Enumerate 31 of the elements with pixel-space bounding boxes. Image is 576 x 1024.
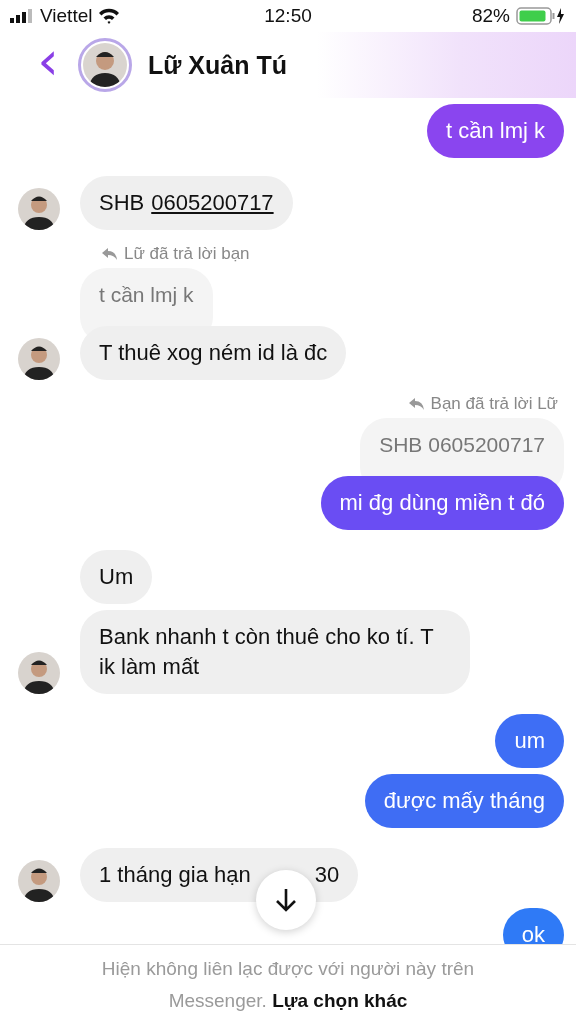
wifi-icon: [98, 8, 121, 24]
unavailable-notice: Hiện không liên lạc được với người này trên Messenger. Lựa chọn khác: [100, 956, 476, 1013]
battery-charging-icon: [516, 7, 566, 25]
down-arrow-icon: [275, 888, 297, 912]
received-message: T thuê xog ném id là đc: [80, 326, 347, 380]
contact-name[interactable]: Lữ Xuân Tú: [148, 50, 287, 80]
sender-avatar[interactable]: [18, 860, 60, 902]
received-message: SHB 0605200717: [80, 176, 293, 230]
received-message: Bank nhanh t còn thuê cho ko tí. T ik làm mất: [80, 610, 470, 694]
scroll-down-button[interactable]: [256, 870, 316, 930]
reply-icon: [102, 248, 118, 260]
sent-message: mi đg dùng miền t đó: [320, 476, 564, 530]
sender-avatar[interactable]: [18, 188, 60, 230]
contact-avatar[interactable]: [78, 38, 132, 92]
received-message: Um: [80, 550, 153, 604]
sender-avatar[interactable]: [18, 338, 60, 380]
sent-message: được mấy tháng: [364, 774, 564, 828]
sent-message: um: [495, 714, 564, 768]
back-button[interactable]: ‹: [0, 41, 70, 89]
reply-icon: [408, 398, 425, 410]
battery-percent: 82%: [471, 5, 510, 27]
clock-time: 12:50: [264, 5, 312, 27]
received-message: 1 tháng gia hạn 30: [80, 848, 359, 902]
account-number-link[interactable]: 0605200717: [151, 190, 274, 215]
reply-note: Lữ đã trả lời bạn: [102, 244, 250, 264]
signal-icon: [10, 9, 34, 23]
sender-avatar[interactable]: [18, 652, 60, 694]
sent-message: t cần lmj k: [426, 104, 564, 158]
reply-note: Bạn đã trả lời Lữ: [408, 394, 558, 414]
other-options-link[interactable]: Lựa chọn khác: [272, 989, 408, 1011]
carrier-name: Viettel: [40, 5, 93, 27]
